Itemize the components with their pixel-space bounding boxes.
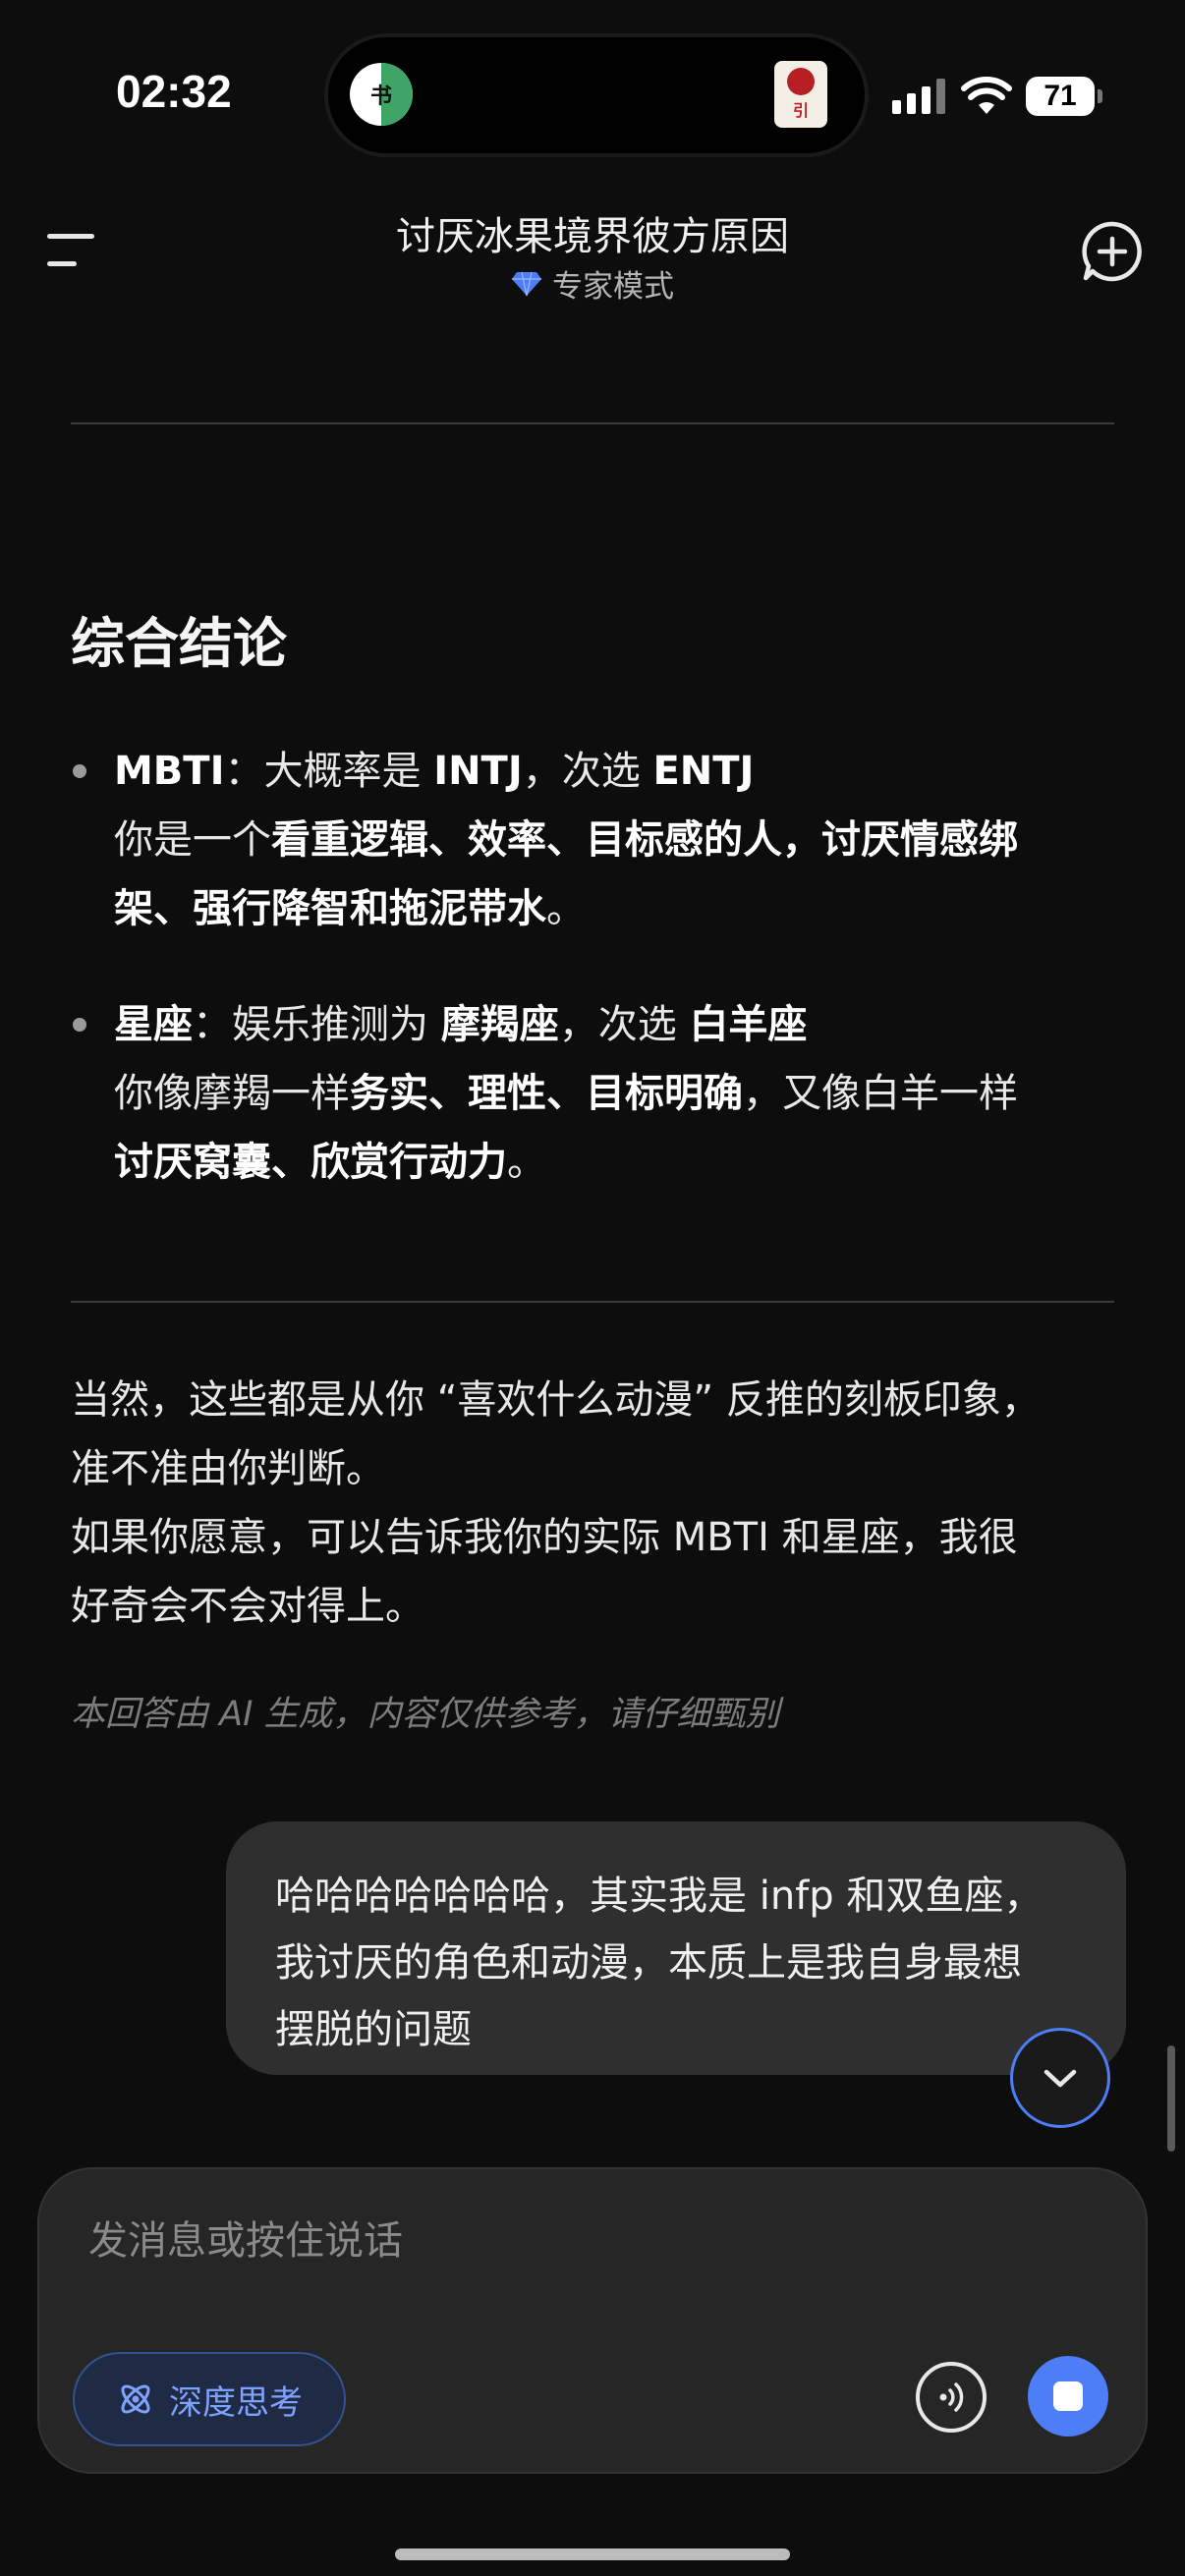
home-indicator <box>395 2548 790 2560</box>
scroll-to-bottom-button[interactable] <box>1010 2028 1110 2128</box>
island-app-right-icon: 引 <box>774 61 827 128</box>
stop-generation-button[interactable] <box>1028 2356 1108 2436</box>
diamond-icon <box>512 271 541 296</box>
bullet-dot <box>73 764 86 778</box>
bullet-dot <box>73 1018 86 1032</box>
deep-think-label: 深度思考 <box>169 2382 303 2423</box>
message-input[interactable] <box>88 2218 973 2264</box>
stop-icon <box>1053 2381 1083 2411</box>
mode-label: 专家模式 <box>552 269 674 305</box>
deep-think-toggle[interactable]: 深度思考 <box>73 2352 346 2446</box>
bullet-zodiac: 星座：娱乐推测为 摩羯座，次选 白羊座 你像摩羯一样务实、理性、目标明确，又像白… <box>114 1002 1018 1185</box>
ai-disclaimer: 本回答由 AI 生成，内容仅供参考，请仔细甄别 <box>71 1695 780 1734</box>
closing-paragraph: 当然，这些都是从你 “喜欢什么动漫” 反推的刻板印象， 准不准由你判断。 如果你… <box>71 1377 1041 1629</box>
voice-button[interactable] <box>916 2362 987 2433</box>
wifi-icon <box>961 77 1012 114</box>
section-heading: 综合结论 <box>71 612 288 675</box>
new-chat-icon[interactable] <box>1081 220 1144 283</box>
dynamic-island: 书 引 <box>328 37 865 153</box>
conversation-title[interactable]: 讨厌冰果境界彼方原因 <box>0 204 1185 261</box>
island-app-left-icon: 书 <box>350 63 413 126</box>
status-time: 02:32 <box>116 66 232 117</box>
bullet-mbti: MBTI：大概率是 INTJ，次选 ENTJ 你是一个看重逻辑、效率、目标感的人… <box>114 749 1018 931</box>
divider-top <box>71 422 1114 424</box>
user-message-bubble[interactable]: 哈哈哈哈哈哈哈，其实我是 infp 和双鱼座， 我讨厌的角色和动漫，本质上是我自… <box>226 1821 1126 2075</box>
cellular-signal-icon <box>892 79 945 114</box>
composer-panel: 深度思考 <box>37 2167 1148 2474</box>
divider-middle <box>71 1301 1114 1303</box>
chevron-down-icon <box>1044 2069 1077 2088</box>
atom-icon <box>121 2384 150 2414</box>
mode-indicator[interactable]: 专家模式 <box>0 261 1185 306</box>
scrollbar-thumb[interactable] <box>1167 2045 1175 2152</box>
battery-indicator: 71 <box>1026 77 1102 116</box>
voice-wave-icon <box>939 2382 964 2412</box>
